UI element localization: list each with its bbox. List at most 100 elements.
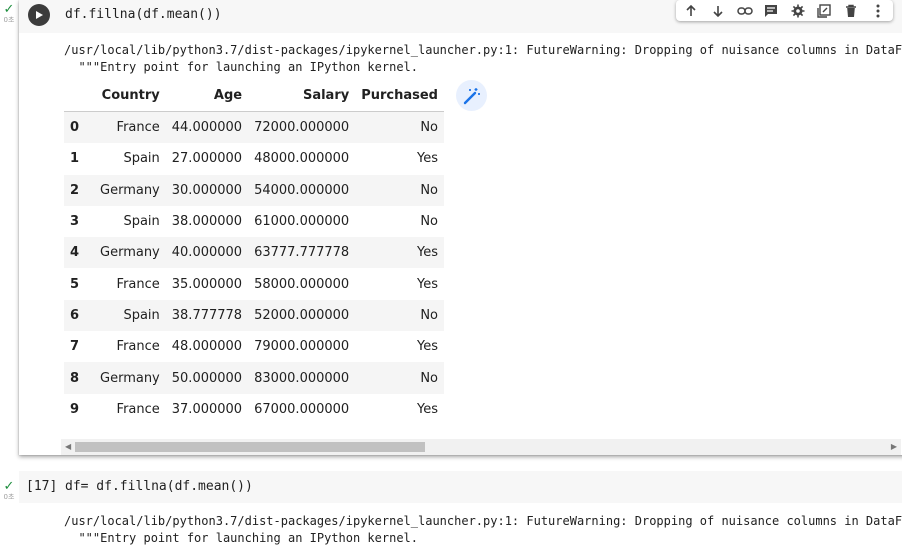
table-cell: 79000.000000 [254, 339, 350, 355]
row-index: 6 [64, 299, 94, 332]
gear-icon[interactable] [788, 2, 808, 20]
column-header: Salary [248, 80, 356, 112]
cell-exec-time: 0초 [3, 16, 15, 24]
table-row: 6 Spain 38.777778 52000.000000 No [64, 299, 444, 332]
cell-status: ✓ 0초 [2, 480, 16, 502]
warning-line: """Entry point for launching an IPython … [64, 531, 419, 545]
output-area: /usr/local/lib/python3.7/dist-packages/i… [64, 513, 902, 547]
play-icon [36, 11, 43, 19]
table-row: 1 Spain 27.000000 48000.000000 Yes [64, 143, 444, 174]
table-cell: Germany [94, 174, 166, 206]
row-index: 9 [70, 401, 80, 417]
table-cell: France [116, 276, 160, 292]
table-cell: 48.000000 [171, 339, 243, 355]
table-cell: No [355, 174, 444, 206]
table-row: 4 Germany 40.000000 63777.777778 Yes [64, 237, 444, 269]
table-cell: 40.000000 [165, 237, 249, 269]
table-cell: No [355, 111, 444, 144]
table-cell: Germany [94, 237, 166, 269]
table-cell: 54000.000000 [248, 174, 356, 206]
column-header: Country [94, 80, 166, 112]
run-cell-button[interactable] [28, 4, 50, 26]
table-cell: Yes [417, 339, 438, 355]
table-cell: Spain [123, 151, 160, 167]
comment-icon[interactable] [761, 2, 781, 20]
table-cell: France [116, 401, 160, 417]
table-cell: Yes [355, 237, 444, 269]
scroll-right-icon[interactable]: ▶ [891, 442, 897, 451]
table-row: 7 France 48.000000 79000.000000 Yes [64, 331, 444, 362]
table-cell: 50.000000 [165, 362, 249, 394]
table-cell: 52000.000000 [248, 299, 356, 332]
row-index: 0 [64, 111, 94, 144]
more-vert-icon[interactable] [868, 2, 888, 20]
code-text[interactable]: df= df.fillna(df.mean()) [65, 479, 253, 494]
table-row: 9 France 37.000000 67000.000000 Yes [64, 394, 444, 425]
table-row: 3 Spain 38.000000 61000.000000 No [64, 206, 444, 237]
table-cell: 67000.000000 [254, 401, 350, 417]
table-cell: Germany [94, 362, 166, 394]
table-cell: Spain [123, 214, 160, 230]
horizontal-scrollbar[interactable]: ◀ ▶ [61, 439, 901, 455]
row-index: 4 [64, 237, 94, 269]
table-cell: 37.000000 [171, 401, 243, 417]
link-icon[interactable] [735, 2, 755, 20]
row-index: 1 [70, 151, 80, 167]
table-cell: France [116, 339, 160, 355]
check-icon: ✓ [3, 479, 15, 494]
arrow-down-icon[interactable] [708, 2, 728, 20]
column-header: Purchased [355, 80, 444, 112]
table-cell: 58000.000000 [254, 276, 350, 292]
column-header [64, 80, 94, 112]
table-cell: 44.000000 [165, 111, 249, 144]
table-cell: Spain [94, 299, 166, 332]
table-cell: Yes [417, 151, 438, 167]
scroll-left-icon[interactable]: ◀ [65, 442, 71, 451]
cell-toolbar [676, 0, 893, 21]
table-cell: 83000.000000 [248, 362, 356, 394]
table-cell: 30.000000 [165, 174, 249, 206]
dataframe-table: Country Age Salary Purchased 0 France 44.0… [64, 80, 444, 425]
delete-icon[interactable] [841, 2, 861, 20]
row-index: 5 [70, 276, 80, 292]
table-cell: No [355, 362, 444, 394]
execution-count: [17] [26, 479, 58, 494]
warning-line: /usr/local/lib/python3.7/dist-packages/i… [64, 514, 902, 528]
scrollbar-thumb[interactable] [75, 442, 425, 452]
table-cell: 38.000000 [171, 214, 243, 230]
table-cell: 38.777778 [165, 299, 249, 332]
arrow-up-icon[interactable] [681, 2, 701, 20]
row-index: 7 [70, 339, 80, 355]
cell-exec-time: 0초 [3, 493, 15, 501]
table-row: 8 Germany 50.000000 83000.000000 No [64, 362, 444, 394]
row-index: 3 [70, 214, 80, 230]
table-cell: 48000.000000 [254, 151, 350, 167]
table-cell: 27.000000 [171, 151, 243, 167]
magic-wand-icon [463, 87, 480, 104]
table-cell: No [355, 299, 444, 332]
table-cell: 61000.000000 [254, 214, 350, 230]
table-cell: 35.000000 [171, 276, 243, 292]
table-cell: No [420, 214, 438, 230]
table-header-row: Country Age Salary Purchased [64, 80, 444, 112]
warning-line: """Entry point for launching an IPython … [64, 60, 419, 74]
interactive-table-button[interactable] [456, 80, 487, 111]
table-row: 5 France 35.000000 58000.000000 Yes [64, 268, 444, 299]
table-cell: Yes [417, 276, 438, 292]
column-header: Age [165, 80, 249, 112]
table-row: 0 France 44.000000 72000.000000 No [64, 111, 444, 144]
table-cell: 72000.000000 [248, 111, 356, 144]
mirror-cell-icon[interactable] [814, 2, 834, 20]
cell-status: ✓ 0초 [2, 3, 16, 25]
output-area: /usr/local/lib/python3.7/dist-packages/i… [64, 42, 902, 76]
check-icon: ✓ [3, 2, 15, 17]
table-cell: Yes [417, 401, 438, 417]
warning-line: /usr/local/lib/python3.7/dist-packages/i… [64, 43, 902, 57]
row-index: 2 [64, 174, 94, 206]
code-cell-1[interactable]: df.fillna(df.mean()) /usr/local/lib/pyth… [19, 0, 902, 455]
row-index: 8 [64, 362, 94, 394]
table-cell: France [94, 111, 166, 144]
table-cell: 63777.777778 [248, 237, 356, 269]
code-text[interactable]: df.fillna(df.mean()) [65, 7, 222, 22]
table-row: 2 Germany 30.000000 54000.000000 No [64, 174, 444, 206]
